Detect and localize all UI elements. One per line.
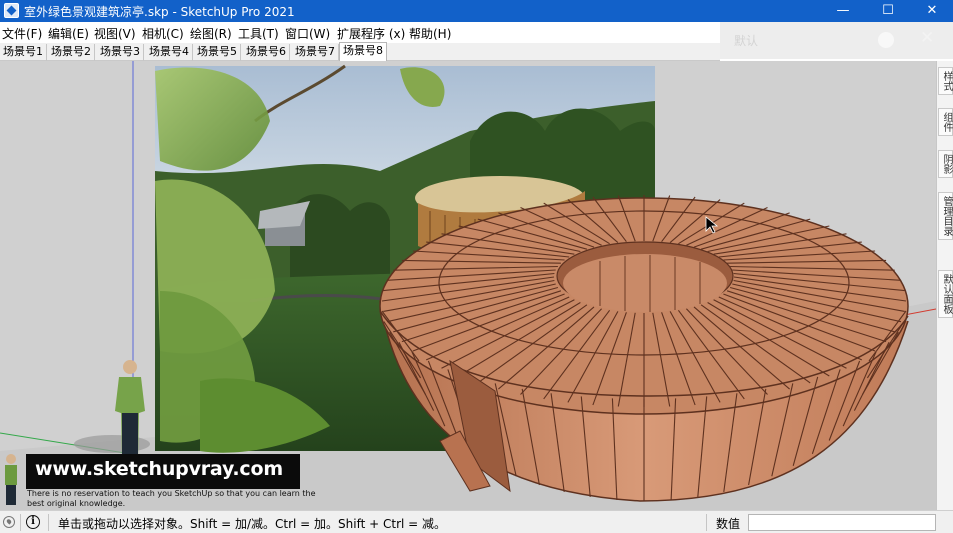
menu-camera[interactable]: 相机(C) bbox=[142, 25, 184, 42]
status-bar: i 单击或拖动以选择对象。Shift = 加/减。Ctrl = 加。Shift … bbox=[0, 510, 953, 533]
instructor-info-icon[interactable]: i bbox=[26, 515, 40, 529]
tab-scene-4[interactable]: 场景号4 bbox=[146, 44, 193, 61]
menu-tools[interactable]: 工具(T) bbox=[238, 25, 279, 42]
menu-view[interactable]: 视图(V) bbox=[94, 25, 136, 42]
tray-default-panel[interactable]: 默认面板 bbox=[938, 270, 953, 318]
tray-panel: 样式 组件 阴影 管理目录 默认面板 bbox=[936, 61, 953, 510]
default-tray-title: 默认 bbox=[734, 34, 759, 48]
viewport-canvas[interactable] bbox=[0, 61, 936, 510]
watermark-note: There is no reservation to teach you Ske… bbox=[27, 489, 316, 508]
sketchup-logo-icon bbox=[4, 3, 19, 18]
default-tray-header[interactable]: 默认 ✕ bbox=[720, 22, 953, 59]
status-separator bbox=[20, 514, 21, 531]
scale-figure-person[interactable] bbox=[74, 360, 150, 459]
tab-scene-8[interactable]: 场景号8 bbox=[339, 42, 387, 62]
close-button[interactable]: ✕ bbox=[910, 0, 953, 22]
tab-scene-1[interactable]: 场景号1 bbox=[0, 44, 47, 61]
tab-scene-3[interactable]: 场景号3 bbox=[97, 44, 144, 61]
geolocation-icon[interactable] bbox=[3, 516, 15, 528]
scale-figure-small bbox=[5, 454, 17, 505]
menu-help[interactable]: 帮助(H) bbox=[409, 25, 451, 42]
minimize-button[interactable]: — bbox=[821, 0, 865, 22]
model-viewport[interactable] bbox=[0, 61, 936, 510]
menu-extensions[interactable]: 扩展程序 (x) bbox=[337, 25, 405, 42]
scene-tab-bar: 场景号1 场景号2 场景号3 场景号4 场景号5 场景号6 场景号7 场景号8 bbox=[0, 42, 720, 62]
status-separator bbox=[48, 514, 49, 531]
pin-icon[interactable] bbox=[878, 32, 894, 48]
maximize-button[interactable]: ☐ bbox=[866, 0, 910, 22]
tray-close-icon[interactable]: ✕ bbox=[920, 28, 934, 48]
watermark-url: www.sketchupvray.com bbox=[35, 458, 283, 480]
watermark-banner: www.sketchupvray.com bbox=[26, 454, 300, 489]
menu-file[interactable]: 文件(F) bbox=[2, 25, 42, 42]
title-bar: 室外绿色景观建筑凉亭.skp - SketchUp Pro 2021 — ☐ ✕ bbox=[0, 0, 953, 22]
tab-scene-7[interactable]: 场景号7 bbox=[292, 44, 339, 61]
tray-components[interactable]: 组件 bbox=[938, 108, 953, 136]
menu-window[interactable]: 窗口(W) bbox=[285, 25, 330, 42]
tray-styles[interactable]: 样式 bbox=[938, 67, 953, 95]
status-hint: 单击或拖动以选择对象。Shift = 加/减。Ctrl = 加。Shift + … bbox=[58, 517, 447, 531]
menu-edit[interactable]: 编辑(E) bbox=[48, 25, 89, 42]
window-title: 室外绿色景观建筑凉亭.skp - SketchUp Pro 2021 bbox=[24, 5, 295, 19]
tab-scene-6[interactable]: 场景号6 bbox=[243, 44, 290, 61]
tab-scene-2[interactable]: 场景号2 bbox=[48, 44, 95, 61]
measurements-input[interactable] bbox=[748, 514, 936, 531]
status-separator bbox=[706, 514, 707, 531]
tab-scene-5[interactable]: 场景号5 bbox=[194, 44, 241, 61]
measurements-label: 数值 bbox=[716, 517, 741, 531]
menu-draw[interactable]: 绘图(R) bbox=[190, 25, 232, 42]
tray-shadows[interactable]: 阴影 bbox=[938, 150, 953, 178]
tray-manage-outliner[interactable]: 管理目录 bbox=[938, 192, 953, 240]
